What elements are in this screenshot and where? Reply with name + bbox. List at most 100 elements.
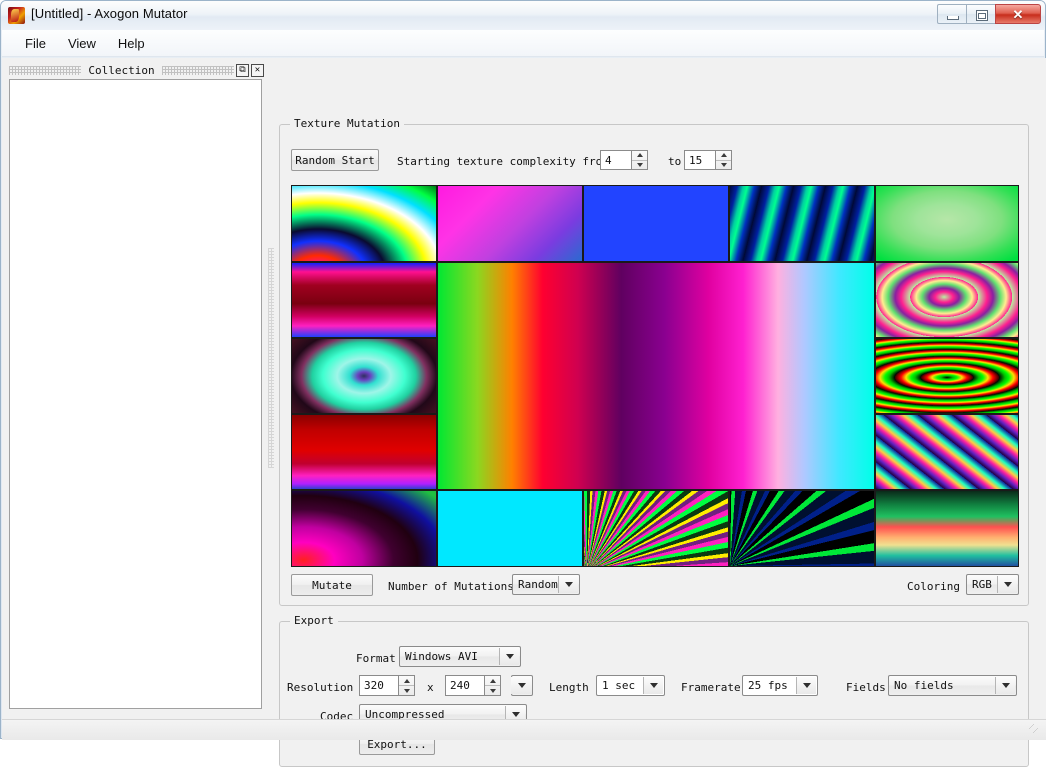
complexity-label: Starting texture complexity from bbox=[397, 155, 609, 168]
texture-mutation-title: Texture Mutation bbox=[290, 117, 404, 130]
texture-thumb-12[interactable] bbox=[291, 490, 437, 567]
large-preview bbox=[438, 263, 874, 489]
coloring-select[interactable]: RGB bbox=[966, 574, 1019, 595]
texture-thumb-5[interactable] bbox=[875, 185, 1019, 262]
export-title: Export bbox=[290, 614, 338, 627]
coloring-label: Coloring bbox=[907, 580, 960, 593]
mutate-button[interactable]: Mutate bbox=[291, 574, 373, 596]
menu-item-file[interactable]: File bbox=[14, 33, 57, 54]
complexity-from-spinner[interactable] bbox=[632, 150, 648, 170]
resolution-width-input[interactable]: 320 bbox=[359, 675, 399, 696]
restore-button[interactable] bbox=[966, 4, 995, 24]
texture-thumb-15[interactable] bbox=[729, 490, 875, 567]
spinner-down-icon[interactable] bbox=[399, 685, 414, 695]
thumb-10 bbox=[876, 339, 1018, 413]
fields-select[interactable]: No fields bbox=[888, 675, 1017, 696]
resolution-height-input[interactable]: 240 bbox=[445, 675, 485, 696]
complexity-to-spinner[interactable] bbox=[716, 150, 732, 170]
dock-grip-left[interactable] bbox=[9, 66, 81, 75]
thumb-4 bbox=[730, 186, 874, 261]
float-panel-button[interactable]: ⧉ bbox=[236, 64, 249, 77]
coloring-value: RGB bbox=[972, 578, 992, 591]
spinner-down-icon[interactable] bbox=[716, 160, 731, 170]
resolution-label: Resolution bbox=[287, 681, 353, 694]
spinner-up-icon[interactable] bbox=[632, 151, 647, 160]
collection-title: Collection bbox=[81, 64, 161, 77]
framerate-value: 25 fps bbox=[748, 679, 788, 692]
thumb-5 bbox=[876, 186, 1018, 261]
thumb-1 bbox=[292, 186, 436, 261]
resolution-height-spinner[interactable] bbox=[485, 675, 501, 696]
thumb-8 bbox=[292, 415, 436, 489]
menu-bar: File View Help bbox=[2, 30, 1044, 57]
spinner-down-icon[interactable] bbox=[632, 160, 647, 170]
window-controls: ✕ bbox=[937, 4, 1041, 24]
chevron-down-icon[interactable] bbox=[511, 677, 532, 694]
texture-thumb-10[interactable] bbox=[875, 338, 1019, 414]
texture-thumb-16[interactable] bbox=[875, 490, 1019, 567]
texture-thumb-6[interactable] bbox=[291, 262, 437, 338]
texture-thumb-1[interactable] bbox=[291, 185, 437, 262]
spinner-up-icon[interactable] bbox=[485, 676, 500, 685]
thumb-2 bbox=[438, 186, 582, 261]
minimize-button[interactable] bbox=[937, 4, 966, 24]
complexity-to-input[interactable]: 15 bbox=[684, 150, 716, 170]
framerate-label: Framerate bbox=[681, 681, 741, 694]
chevron-down-icon[interactable] bbox=[643, 677, 663, 694]
texture-thumb-3[interactable] bbox=[583, 185, 729, 262]
close-button[interactable]: ✕ bbox=[995, 4, 1041, 24]
large-preview[interactable] bbox=[437, 262, 875, 490]
spinner-up-icon[interactable] bbox=[716, 151, 731, 160]
chevron-down-icon[interactable] bbox=[796, 677, 816, 694]
mutations-value: Random bbox=[518, 578, 558, 591]
close-icon: ✕ bbox=[996, 7, 1040, 23]
complexity-from-input[interactable]: 4 bbox=[600, 150, 632, 170]
thumb-7 bbox=[292, 339, 436, 413]
thumb-12 bbox=[292, 491, 436, 566]
chevron-down-icon[interactable] bbox=[499, 648, 519, 665]
resolution-preset-select[interactable] bbox=[511, 675, 533, 696]
texture-thumb-2[interactable] bbox=[437, 185, 583, 262]
menu-item-view[interactable]: View bbox=[57, 33, 107, 54]
thumb-3 bbox=[584, 186, 728, 261]
chevron-down-icon[interactable] bbox=[997, 576, 1017, 593]
title-bar: [Untitled] - Axogon Mutator ✕ bbox=[1, 1, 1045, 30]
thumb-13 bbox=[438, 491, 582, 566]
texture-thumb-4[interactable] bbox=[729, 185, 875, 262]
collection-list[interactable] bbox=[9, 79, 262, 709]
chevron-down-icon[interactable] bbox=[995, 677, 1015, 694]
resolution-width-spinner[interactable] bbox=[399, 675, 415, 696]
texture-mutation-group: Texture Mutation Random Start Starting t… bbox=[279, 124, 1029, 606]
chevron-down-icon[interactable] bbox=[558, 576, 578, 593]
texture-thumb-8[interactable] bbox=[291, 414, 437, 490]
texture-thumb-11[interactable] bbox=[875, 414, 1019, 490]
spinner-up-icon[interactable] bbox=[399, 676, 414, 685]
collection-panel: Collection ⧉ ✕ bbox=[9, 62, 264, 712]
fields-value: No fields bbox=[894, 679, 954, 692]
thumb-14 bbox=[584, 491, 728, 566]
framerate-select[interactable]: 25 fps bbox=[742, 675, 818, 696]
complexity-to-label: to bbox=[668, 155, 681, 168]
texture-thumb-9[interactable] bbox=[875, 262, 1019, 338]
texture-thumb-13[interactable] bbox=[437, 490, 583, 567]
resize-grip-icon[interactable] bbox=[1029, 724, 1043, 738]
export-group: Export Format Windows AVI Resolution 320… bbox=[279, 621, 1029, 767]
format-value: Windows AVI bbox=[405, 650, 478, 663]
thumb-11 bbox=[876, 415, 1018, 489]
menu-item-help[interactable]: Help bbox=[107, 33, 156, 54]
random-start-button[interactable]: Random Start bbox=[291, 149, 379, 171]
thumb-6 bbox=[292, 263, 436, 337]
length-value: 1 sec bbox=[602, 679, 635, 692]
spinner-down-icon[interactable] bbox=[485, 685, 500, 695]
thumb-9 bbox=[876, 263, 1018, 337]
texture-thumb-14[interactable] bbox=[583, 490, 729, 567]
texture-thumb-7[interactable] bbox=[291, 338, 437, 414]
length-select[interactable]: 1 sec bbox=[596, 675, 665, 696]
panel-splitter[interactable] bbox=[268, 248, 274, 468]
mutations-select[interactable]: Random bbox=[512, 574, 580, 595]
collection-header: Collection ⧉ ✕ bbox=[9, 62, 264, 78]
close-panel-button[interactable]: ✕ bbox=[251, 64, 264, 77]
format-select[interactable]: Windows AVI bbox=[399, 646, 521, 667]
app-logo-icon bbox=[8, 7, 25, 24]
dock-grip-right[interactable] bbox=[162, 66, 234, 75]
